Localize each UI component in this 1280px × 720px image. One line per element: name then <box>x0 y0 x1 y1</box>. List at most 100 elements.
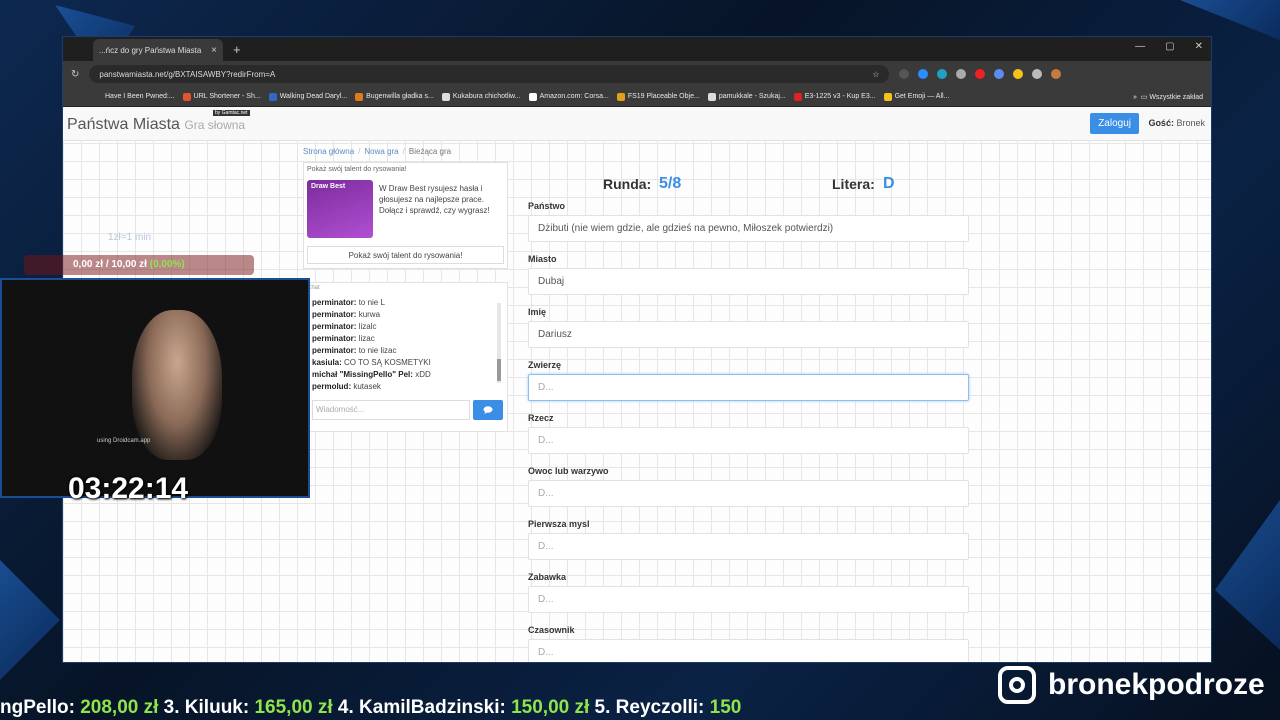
extension-icon[interactable] <box>937 69 948 79</box>
promo-text: W Draw Best rysujesz hasła i głosujesz n… <box>379 184 490 215</box>
chat-message: perminator: kurwa <box>312 310 381 319</box>
field-label: Czasownik <box>528 625 575 635</box>
bookmark-item[interactable]: FS19 Placeable Obje... <box>616 92 700 101</box>
field-country: Państwo Dżibuti (nie wiem gdzie, ale gdz… <box>528 201 969 242</box>
chat-message: perminator: lizac <box>312 334 375 343</box>
field-label: Pierwsza mysl <box>528 519 590 529</box>
breadcrumb-current: Bieżąca gra <box>408 147 452 156</box>
promo-title: Pokaż swój talent do rysowania! <box>307 166 407 173</box>
bookmark-favicon-icon <box>355 92 364 101</box>
bookmark-item[interactable]: Get Emoji — All... <box>883 92 949 101</box>
chat-messages: perminator: to nie L perminator: kurwa p… <box>312 297 431 393</box>
name-input[interactable]: Dariusz <box>528 321 969 348</box>
donation-rate: 1zł=1 min <box>108 232 152 243</box>
bookmark-item[interactable]: E3-1225 v3 - Kup E3... <box>793 92 876 101</box>
minimize-icon[interactable]: — <box>1135 41 1145 52</box>
field-first-thought: Pierwsza mysl D... <box>528 519 969 560</box>
instagram-handle: bronekpodroze <box>998 666 1265 704</box>
bookmark-favicon-icon <box>793 92 802 101</box>
chat-send-button[interactable] <box>473 400 503 420</box>
promo-button[interactable]: Pokaż swój talent do rysowania! <box>307 246 504 264</box>
bookmark-favicon-icon <box>182 92 191 101</box>
bookmarks-bar: Have I Been Pwned:... URL Shortener - Sh… <box>63 87 1211 107</box>
instagram-icon <box>998 666 1036 704</box>
tab-bar: ...ńcz do gry Państwa Miasta × + — ▢ ✕ <box>63 37 1211 61</box>
donation-ticker: ngPello: 208,00 zł 3. Kiluuk: 165,00 zł … <box>0 697 742 718</box>
fruit-vegetable-input[interactable]: D... <box>528 480 969 507</box>
field-label: Imię <box>528 307 547 317</box>
browser-tab[interactable]: ...ńcz do gry Państwa Miasta × <box>93 39 223 61</box>
window-close-icon[interactable]: ✕ <box>1195 41 1203 52</box>
guest-name: Bronek <box>1176 118 1205 128</box>
maximize-icon[interactable]: ▢ <box>1165 41 1174 52</box>
city-input[interactable]: Dubaj <box>528 268 969 295</box>
bookmark-favicon-icon <box>528 92 537 101</box>
bookmark-item[interactable]: Have I Been Pwned:... <box>105 93 175 100</box>
chat-message: perminator: to nie L <box>312 298 385 307</box>
extension-icon[interactable] <box>956 69 967 79</box>
close-tab-icon[interactable]: × <box>211 45 217 56</box>
chat-message-input[interactable]: Wiadomość... <box>312 400 470 420</box>
tab-title: ...ńcz do gry Państwa Miasta <box>99 45 202 55</box>
reload-icon[interactable]: ↻ <box>71 69 79 80</box>
chat-label: Chat <box>307 285 320 291</box>
field-label: Państwo <box>528 201 566 211</box>
round-label: Runda: <box>603 176 652 192</box>
field-label: Zwierzę <box>528 360 562 370</box>
address-bar: ↻ panstwamiasta.net/g/BXTAISAWBY?redirFr… <box>63 61 1211 87</box>
bookmarks-folder[interactable]: » ▭ Wszystkie zakład <box>1133 93 1203 101</box>
thing-input[interactable]: D... <box>528 427 969 454</box>
site-navbar: Państwa Miasta Gra słowna by Gamtac.net … <box>63 107 1211 141</box>
bookmark-item[interactable]: Kukabura chichotliw... <box>441 92 521 101</box>
extension-icon[interactable] <box>994 69 1005 79</box>
speech-bubble-icon <box>483 406 493 414</box>
country-input[interactable]: Dżibuti (nie wiem gdzie, ale gdzieś na p… <box>528 215 969 242</box>
letter-label: Litera: <box>832 176 875 192</box>
animal-input[interactable]: D... <box>528 374 969 401</box>
chat-scrollbar[interactable] <box>497 303 501 383</box>
round-value: 5/8 <box>659 175 682 192</box>
extension-icon[interactable] <box>918 69 929 79</box>
verb-input[interactable]: D... <box>528 639 969 662</box>
letter-value: D <box>883 175 895 192</box>
window-controls: — ▢ ✕ <box>1135 41 1203 52</box>
bookmark-star-icon[interactable]: ☆ <box>872 70 879 79</box>
bookmark-item[interactable]: URL Shortener - Sh... <box>182 92 261 101</box>
toy-input[interactable]: D... <box>528 586 969 613</box>
chat-panel: Chat perminator: to nie L perminator: ku… <box>303 282 508 432</box>
breadcrumb-new-game[interactable]: Nowa gra <box>364 147 398 156</box>
bookmark-favicon-icon <box>707 92 716 101</box>
bookmark-favicon-icon <box>268 92 277 101</box>
site-logo[interactable]: Państwa Miasta Gra słowna <box>67 116 245 134</box>
bookmark-item[interactable]: pamukkale - Szukaj... <box>707 92 786 101</box>
field-label: Owoc lub warzywo <box>528 466 609 476</box>
extension-icon[interactable] <box>899 69 910 79</box>
new-tab-icon[interactable]: + <box>233 42 241 57</box>
url-field[interactable]: panstwamiasta.net/g/BXTAISAWBY?redirFrom… <box>89 65 890 83</box>
breadcrumb-home[interactable]: Strona główna <box>303 147 354 156</box>
field-thing: Rzecz D... <box>528 413 969 454</box>
field-toy: Zabawka D... <box>528 572 969 613</box>
bookmark-item[interactable]: Amazon.com: Corsa... <box>528 92 609 101</box>
extension-icon[interactable] <box>1013 69 1024 79</box>
bookmark-item[interactable]: Bugenwilla gładka s... <box>355 92 434 101</box>
first-thought-input[interactable]: D... <box>528 533 969 560</box>
login-button[interactable]: Zaloguj <box>1090 113 1139 134</box>
url-text: panstwamiasta.net/g/BXTAISAWBY?redirFrom… <box>99 69 276 79</box>
puzzle-icon[interactable] <box>1032 69 1043 79</box>
breadcrumb: Strona główna / Nowa gra / Bieżąca gra <box>303 147 452 156</box>
field-name: Imię Dariusz <box>528 307 969 348</box>
guest-info: Gość: Bronek <box>1148 118 1205 128</box>
chat-message: perminator: lizalc <box>312 322 377 331</box>
field-label: Miasto <box>528 254 557 264</box>
donation-goal: 0,00 zł / 10,00 zł (0.00%) <box>73 259 185 270</box>
draw-best-image[interactable]: Draw Best <box>307 180 373 238</box>
stream-timer: 03:22:14 <box>68 472 189 505</box>
promo-box: Pokaż swój talent do rysowania! Draw Bes… <box>303 162 508 269</box>
chat-message: michał "MissingPello" Pel: xDD <box>312 370 431 379</box>
bookmark-item[interactable]: Walking Dead Daryl... <box>268 92 347 101</box>
extension-icon[interactable] <box>975 69 986 79</box>
profile-icon[interactable] <box>1051 69 1062 79</box>
chat-message: kasiula: CO TO SĄ KOSMETYKI <box>312 358 431 367</box>
field-fruit-vegetable: Owoc lub warzywo D... <box>528 466 969 507</box>
